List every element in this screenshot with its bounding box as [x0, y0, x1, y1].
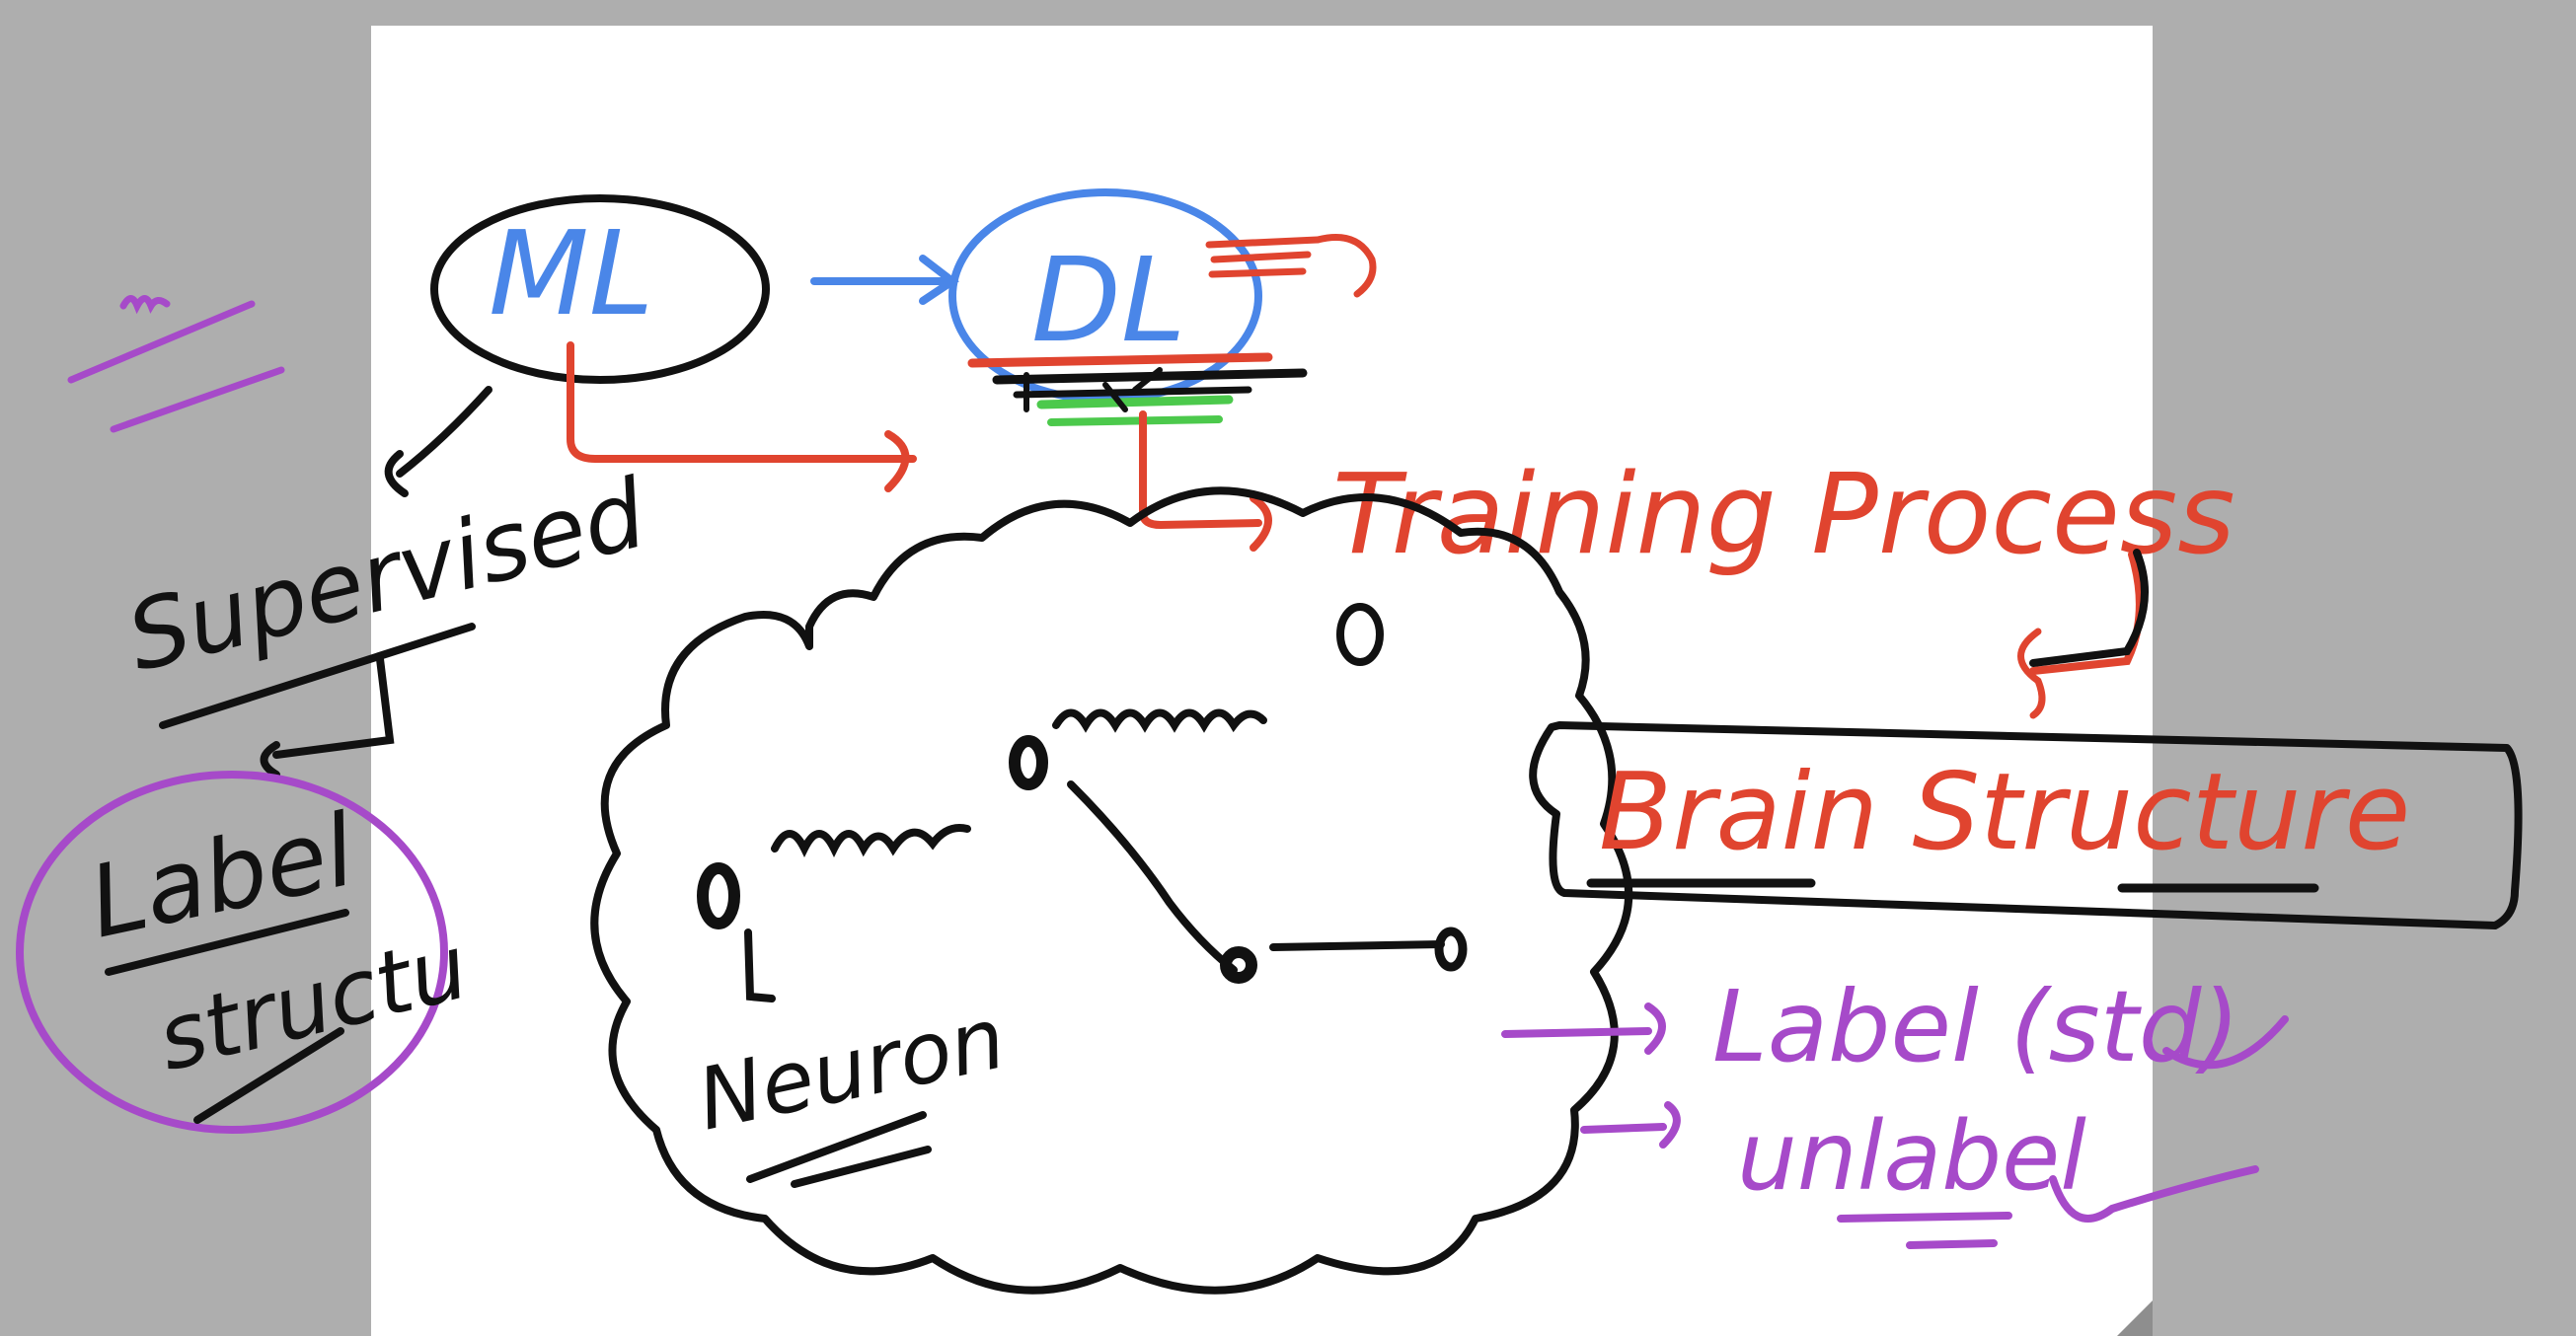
label-std-text: Label (std) — [1712, 969, 2239, 1084]
unlabel-text: unlabel — [1737, 1101, 2086, 1212]
ml-label: ML — [489, 205, 654, 341]
brain-structure-label: Brain Structure — [1599, 751, 2410, 874]
margin-mark — [67, 295, 285, 433]
whiteboard-canvas[interactable]: ML DL Training Process Supervised Label … — [0, 0, 2576, 1336]
training-process-label: Training Process — [1332, 451, 2235, 579]
label-structure-line1: Label — [80, 792, 364, 961]
dl-label: DL — [1031, 232, 1186, 368]
